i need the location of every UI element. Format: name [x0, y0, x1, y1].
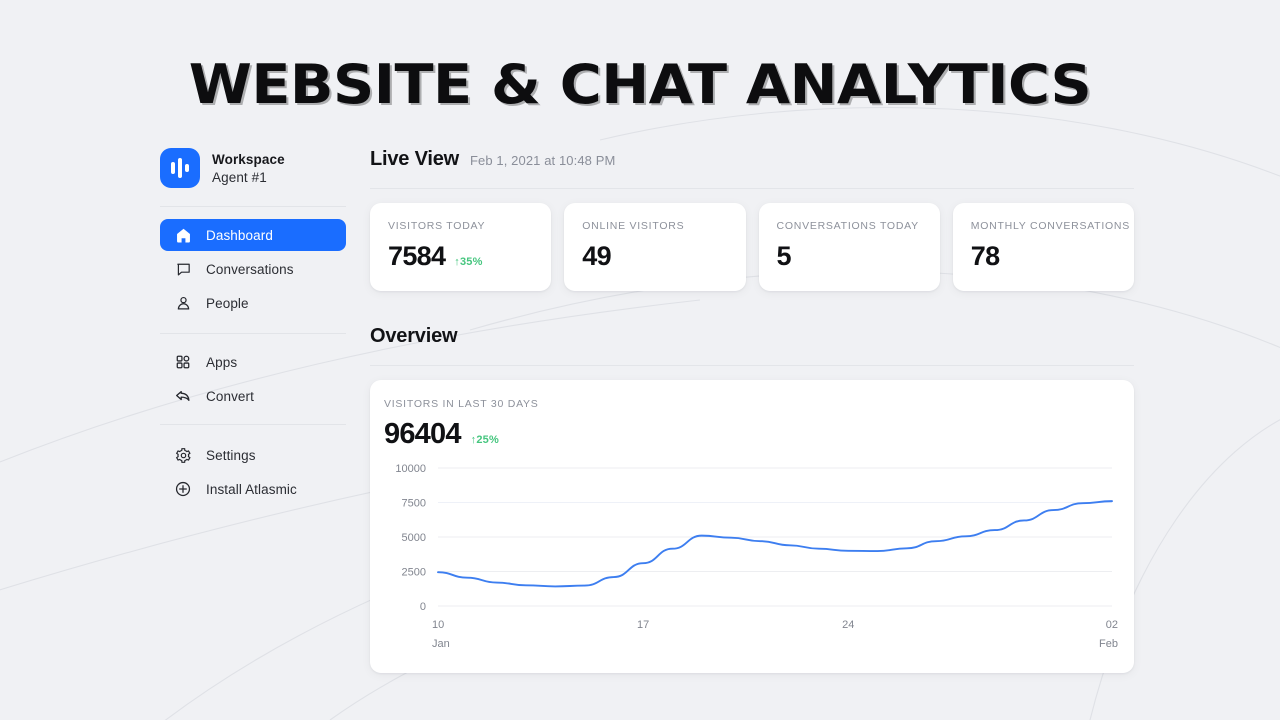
main-content: Live View Feb 1, 2021 at 10:48 PM VISITO…: [370, 148, 1134, 673]
plus-circle-icon: [174, 480, 192, 498]
page-root: WEBSITE & CHAT ANALYTICS Workspace Agent…: [0, 0, 1280, 720]
workspace-agent: Agent #1: [212, 169, 267, 185]
stat-card-value: 49: [582, 241, 611, 271]
sidebar-divider-middle: [160, 333, 346, 334]
chart-x-tick-label: 17: [637, 619, 649, 631]
stat-card-monthly-conversations[interactable]: MONTHLY CONVERSATIONS 78: [952, 203, 1134, 291]
overview-divider: [370, 365, 1134, 366]
chart-y-tick-label: 0: [420, 601, 426, 613]
stat-card-label: ONLINE VISITORS: [582, 220, 685, 232]
sidebar-item-label: Install Atlasmic: [206, 481, 297, 497]
chart-x-tick-label: 10: [432, 619, 444, 631]
stat-card-label: CONVERSATIONS TODAY: [776, 220, 919, 232]
stat-card-conversations-today[interactable]: CONVERSATIONS TODAY 5: [758, 203, 940, 291]
sidebar-item-conversations[interactable]: Conversations: [160, 253, 346, 285]
sidebar-item-dashboard[interactable]: Dashboard: [160, 219, 346, 251]
stat-card-value: 78: [970, 241, 1000, 271]
live-view-divider: [370, 188, 1134, 189]
sidebar-item-label: Apps: [206, 354, 238, 370]
sidebar: Workspace Agent #1 Dashboard Conversatio…: [160, 148, 346, 505]
stat-card-label: VISITORS TODAY: [388, 220, 486, 232]
stat-card-value: 7584: [388, 241, 446, 271]
gear-icon: [174, 446, 192, 464]
chat-bubble-icon: [174, 260, 192, 278]
overview-title: Overview: [370, 325, 458, 347]
sidebar-item-convert[interactable]: Convert: [160, 380, 346, 412]
stat-card-label: MONTHLY CONVERSATIONS: [970, 220, 1131, 232]
sidebar-item-label: Conversations: [206, 261, 294, 277]
sidebar-group-primary: Dashboard Conversations People: [160, 219, 346, 319]
sidebar-item-label: People: [206, 295, 249, 311]
sidebar-item-label: Settings: [206, 447, 256, 463]
chart-x-tick-sublabel: Feb: [1099, 638, 1118, 650]
chart-card-label: VISITORS IN LAST 30 DAYS: [384, 398, 539, 410]
chart-y-tick-label: 2500: [402, 567, 426, 579]
reply-arrow-icon: [174, 387, 192, 405]
sidebar-group-tools: Apps Convert: [160, 346, 346, 412]
chart-y-tick-label: 5000: [402, 532, 426, 544]
grid-squares-icon: [174, 353, 192, 371]
live-view-date: Feb 1, 2021 at 10:48 PM: [470, 153, 616, 168]
chart-y-tick-label: 10000: [395, 463, 426, 475]
sidebar-item-label: Dashboard: [206, 227, 273, 243]
sidebar-group-system: Settings Install Atlasmic: [160, 439, 346, 505]
workspace-header[interactable]: Workspace Agent #1: [160, 148, 346, 206]
workspace-name: Workspace: [212, 151, 285, 167]
chart-x-tick-label: 24: [842, 619, 854, 631]
sidebar-divider-bottom: [160, 424, 346, 425]
chart-card-delta: ↑25%: [470, 434, 499, 446]
sidebar-item-install-atlasmic[interactable]: Install Atlasmic: [160, 473, 346, 505]
chart-line-series: [437, 500, 1113, 588]
sidebar-divider-top: [160, 206, 346, 207]
chart-y-tick-label: 7500: [402, 498, 426, 510]
chart-card-value: 96404: [384, 418, 461, 450]
waveform-icon: [160, 148, 200, 188]
stat-card-online-visitors[interactable]: ONLINE VISITORS 49: [564, 203, 746, 291]
sidebar-item-apps[interactable]: Apps: [160, 346, 346, 378]
stat-card-value: 5: [776, 241, 792, 271]
live-view-header: Live View Feb 1, 2021 at 10:48 PM: [370, 148, 1134, 171]
chart-x-tick-sublabel: Jan: [432, 638, 450, 650]
person-icon: [174, 294, 192, 312]
visitors-chart-card: VISITORS IN LAST 30 DAYS 96404 ↑25% 1000…: [370, 380, 1134, 673]
visitors-line-chart[interactable]: 10000 7500 5000 2500 0 10 Jan 17 24 02 Feb: [384, 458, 1120, 658]
stat-cards-row: VISITORS TODAY 7584 ↑35% ONLINE VISITORS…: [370, 203, 1134, 291]
chart-x-tick-label: 02: [1106, 619, 1118, 631]
home-icon: [174, 226, 192, 244]
stat-card-delta: ↑35%: [454, 256, 483, 268]
live-view-title: Live View: [370, 148, 459, 170]
stat-card-visitors-today[interactable]: VISITORS TODAY 7584 ↑35%: [370, 203, 552, 291]
sidebar-item-people[interactable]: People: [160, 287, 346, 319]
page-title: WEBSITE & CHAT ANALYTICS: [188, 53, 1092, 116]
sidebar-item-label: Convert: [206, 388, 254, 404]
sidebar-item-settings[interactable]: Settings: [160, 439, 346, 471]
